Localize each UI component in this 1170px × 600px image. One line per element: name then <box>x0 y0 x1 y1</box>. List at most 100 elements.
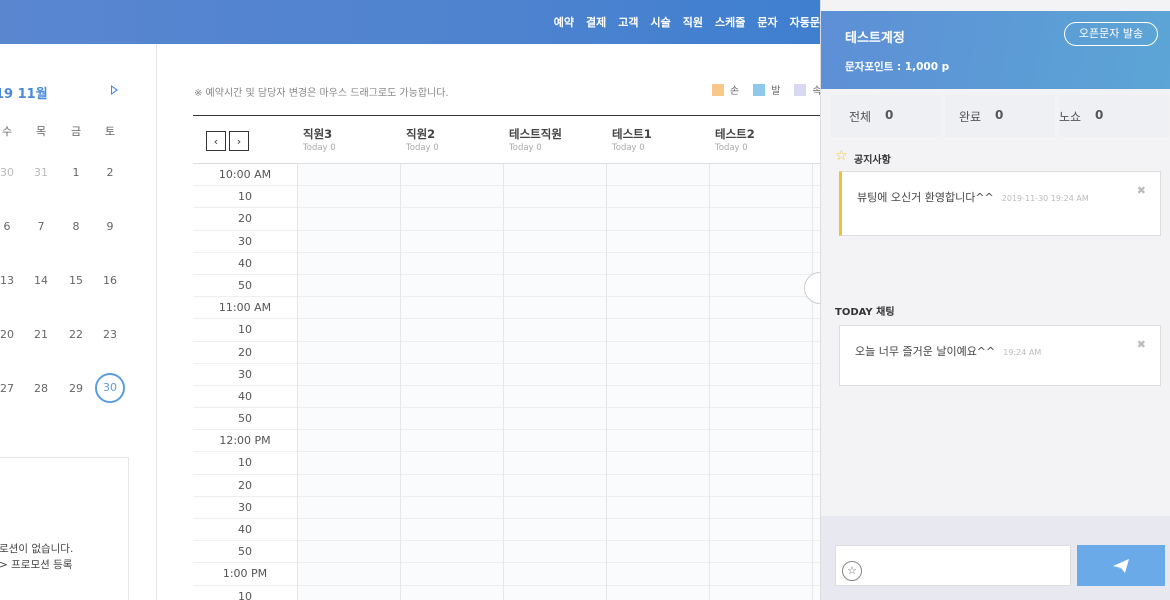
time-label: 10 <box>193 186 297 209</box>
calendar-day[interactable]: 9 <box>96 220 124 233</box>
column-divider <box>812 164 813 600</box>
notice-section-title: 공지사항 <box>854 155 891 166</box>
weekday-label: 수 <box>1 125 13 138</box>
drag-notice: ※ 예약시간 및 담당자 변경은 마우스 드래그로도 가능합니다. <box>194 88 449 99</box>
staff-column-header[interactable]: 테스트1 Today 0 <box>606 126 709 153</box>
stat-total[interactable]: 전체 0 <box>831 95 941 137</box>
left-sidebar: 19 11월 수 목 금 토 30 31 1 2 6 7 8 9 13 14 1… <box>0 44 157 600</box>
time-label: 40 <box>193 519 297 542</box>
calendar-day[interactable]: 16 <box>96 274 124 287</box>
chat-message: 오늘 너무 즐거운 날이예요^^ <box>855 345 996 358</box>
open-sms-button[interactable]: 오픈문자 발송 <box>1064 22 1158 46</box>
next-month-icon[interactable] <box>111 85 118 95</box>
nav-item-reservation[interactable]: 예약 <box>554 14 574 30</box>
calendar-day[interactable]: 21 <box>27 328 55 341</box>
calendar-day[interactable]: 30 <box>0 166 21 179</box>
nav-item-customer[interactable]: 고객 <box>618 14 638 30</box>
staff-name: 직원2 <box>406 127 436 141</box>
staff-today-count: Today 0 <box>509 143 542 153</box>
legend: 손 발 속 <box>712 82 820 97</box>
calendar-day[interactable]: 1 <box>62 166 90 179</box>
right-panel: 테스트계정 오픈문자 발송 문자포인트 : 1,000 p 전체 0 완료 0 … <box>820 0 1170 600</box>
promotion-box: 로션이 없습니다. > 프로모션 등록 <box>0 457 129 600</box>
stat-label: 전체 <box>849 110 872 124</box>
prev-day-button[interactable]: ‹ <box>206 131 226 151</box>
legend-swatch-other <box>794 83 807 96</box>
staff-name: 테스트2 <box>715 127 755 141</box>
nav-item-sms[interactable]: 문자 <box>757 14 777 30</box>
staff-today-count: Today 0 <box>715 143 748 153</box>
time-label: 30 <box>193 364 297 386</box>
stat-label: 완료 <box>959 110 982 124</box>
staff-today-count: Today 0 <box>406 143 439 153</box>
calendar-day[interactable]: 2 <box>96 166 124 179</box>
staff-today-count: Today 0 <box>303 143 336 153</box>
schedule-area: ※ 예약시간 및 담당자 변경은 마우스 드래그로도 가능합니다. 손 발 속 … <box>158 44 820 600</box>
legend-label-foot: 발 <box>771 86 781 97</box>
nav-item-schedule[interactable]: 스케줄 <box>715 14 745 30</box>
date-nav: ‹ › <box>206 131 249 151</box>
stat-noshow[interactable]: 노쇼 0 <box>1059 95 1169 137</box>
calendar-day[interactable]: 7 <box>27 220 55 233</box>
star-icon[interactable]: ☆ <box>842 561 862 581</box>
time-label: 50 <box>193 275 297 298</box>
calendar-today[interactable]: 30 <box>95 373 125 403</box>
legend-label-other: 속 <box>812 86 820 97</box>
calendar-day[interactable]: 29 <box>62 382 90 395</box>
stat-completed[interactable]: 완료 0 <box>945 95 1055 137</box>
column-divider <box>606 164 607 600</box>
top-navbar: 예약 결제 고객 시술 직원 스케줄 문자 자동문 <box>0 0 820 44</box>
stat-value: 0 <box>995 108 1004 122</box>
close-icon[interactable]: ✖ <box>1137 338 1146 351</box>
calendar-day[interactable]: 27 <box>0 382 21 395</box>
weekday-label: 토 <box>104 125 116 138</box>
promo-register-link[interactable]: > 프로모션 등록 <box>0 557 72 572</box>
time-label: 10 <box>193 452 297 475</box>
time-label: 50 <box>193 408 297 431</box>
staff-name: 테스트1 <box>612 127 652 141</box>
staff-column-dividers <box>297 164 820 600</box>
staff-today-count: Today 0 <box>612 143 645 153</box>
time-label: 20 <box>193 475 297 497</box>
staff-column-header[interactable]: 테스트직원 Today 0 <box>503 126 606 153</box>
calendar-day[interactable]: 22 <box>62 328 90 341</box>
chat-card: 오늘 너무 즐거운 날이예요^^ 19:24 AM ✖ <box>839 325 1161 386</box>
calendar-day[interactable]: 31 <box>27 166 55 179</box>
nav-item-staff[interactable]: 직원 <box>683 14 703 30</box>
next-day-button[interactable]: › <box>229 131 249 151</box>
schedule-grid-header: ‹ › 직원3 Today 0 직원2 Today 0 테스트직원 Today … <box>193 116 820 164</box>
column-divider <box>400 164 401 600</box>
calendar-day[interactable]: 6 <box>0 220 21 233</box>
close-icon[interactable]: ✖ <box>1137 184 1146 197</box>
staff-column-header[interactable]: 직원3 Today 0 <box>297 126 400 153</box>
calendar-month-label: 19 11월 <box>0 87 48 102</box>
send-button[interactable] <box>1077 545 1165 586</box>
calendar-weekday-row: 수 목 금 토 <box>0 123 156 139</box>
notice-time: 2019-11-30 19:24 AM <box>1001 194 1089 203</box>
calendar-day[interactable]: 13 <box>0 274 21 287</box>
nav-item-payment[interactable]: 결제 <box>586 14 606 30</box>
nav-item-auto[interactable]: 자동문 <box>790 14 820 30</box>
nav-item-treatment[interactable]: 시술 <box>651 14 671 30</box>
time-label: 50 <box>193 541 297 564</box>
calendar-day[interactable]: 15 <box>62 274 90 287</box>
time-label: 12:00 PM <box>193 430 297 453</box>
time-label: 10 <box>193 586 297 600</box>
chat-input[interactable]: ☆ <box>835 545 1071 586</box>
schedule-grid: ‹ › 직원3 Today 0 직원2 Today 0 테스트직원 Today … <box>193 115 820 600</box>
column-divider <box>709 164 710 600</box>
calendar-day[interactable]: 23 <box>96 328 124 341</box>
legend-label-hand: 손 <box>730 86 740 97</box>
calendar-day[interactable]: 14 <box>27 274 55 287</box>
calendar-day[interactable]: 8 <box>62 220 90 233</box>
account-header: 테스트계정 오픈문자 발송 문자포인트 : 1,000 p <box>821 11 1170 89</box>
calendar-day[interactable]: 20 <box>0 328 21 341</box>
notice-card: 뷰팅에 오신거 환영합니다^^ 2019-11-30 19:24 AM ✖ <box>839 171 1161 236</box>
staff-column-header[interactable]: 직원2 Today 0 <box>400 126 503 153</box>
chat-text-row: 오늘 너무 즐거운 날이예요^^ 19:24 AM <box>855 343 1041 359</box>
star-icon: ☆ <box>835 148 848 164</box>
calendar-day[interactable]: 28 <box>27 382 55 395</box>
staff-column-header[interactable]: 테스트2 Today 0 <box>709 126 812 153</box>
time-label: 10:00 AM <box>193 164 297 187</box>
time-label: 40 <box>193 253 297 275</box>
